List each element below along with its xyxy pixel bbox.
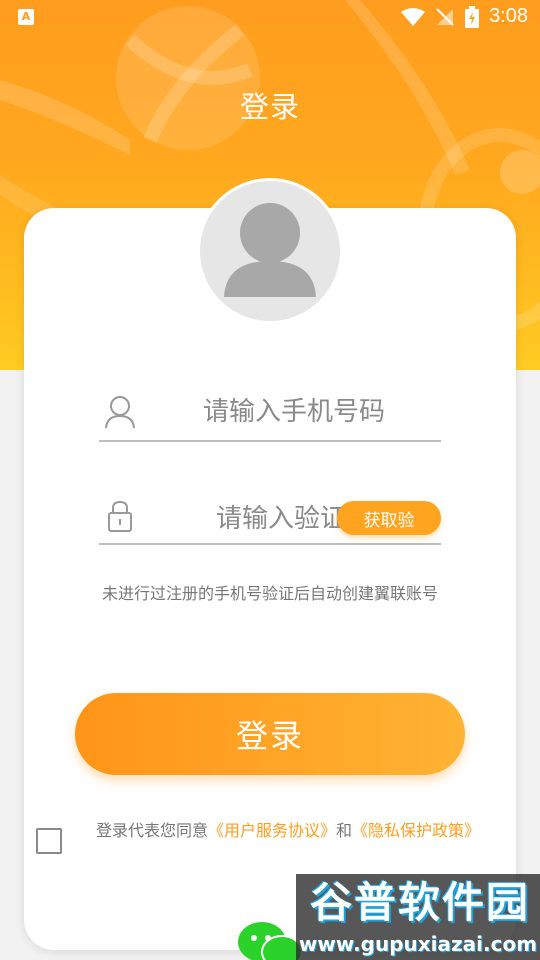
agreement-checkbox[interactable] xyxy=(36,828,62,854)
agreement-conjunction: 和 xyxy=(336,821,353,840)
wechat-login-icon[interactable] xyxy=(236,918,302,960)
watermark: 谷普软件园 www.gupuxiazai.com xyxy=(296,874,540,960)
status-bar: A 3:08 xyxy=(0,0,540,36)
verification-code-field: 获取验 xyxy=(99,491,441,545)
agreement-prefix: 登录代表您同意 xyxy=(96,821,209,840)
phone-input[interactable] xyxy=(159,388,429,436)
watermark-url: www.gupuxiazai.com xyxy=(298,932,538,956)
user-agreement-link[interactable]: 《用户服务协议》 xyxy=(208,821,336,840)
app-notification-icon: A xyxy=(18,9,34,25)
privacy-policy-link[interactable]: 《隐私保护政策》 xyxy=(352,821,480,840)
user-avatar-icon xyxy=(224,203,316,297)
avatar[interactable] xyxy=(197,178,343,324)
no-signal-icon xyxy=(436,7,454,26)
wifi-icon xyxy=(401,7,426,26)
user-icon xyxy=(105,396,135,429)
agreement-text: 登录代表您同意《用户服务协议》和《隐私保护政策》 xyxy=(96,820,496,841)
phone-field xyxy=(99,388,441,442)
page-title: 登录 xyxy=(239,90,300,124)
battery-charging-icon xyxy=(465,5,480,28)
auto-register-hint: 未进行过注册的手机号验证后自动创建翼联账号 xyxy=(101,584,438,603)
get-code-button[interactable]: 获取验 xyxy=(337,501,441,535)
lock-icon xyxy=(108,500,132,532)
clock: 3:08 xyxy=(489,5,528,27)
watermark-title: 谷普软件园 xyxy=(309,878,530,927)
login-button[interactable]: 登录 xyxy=(75,693,465,775)
